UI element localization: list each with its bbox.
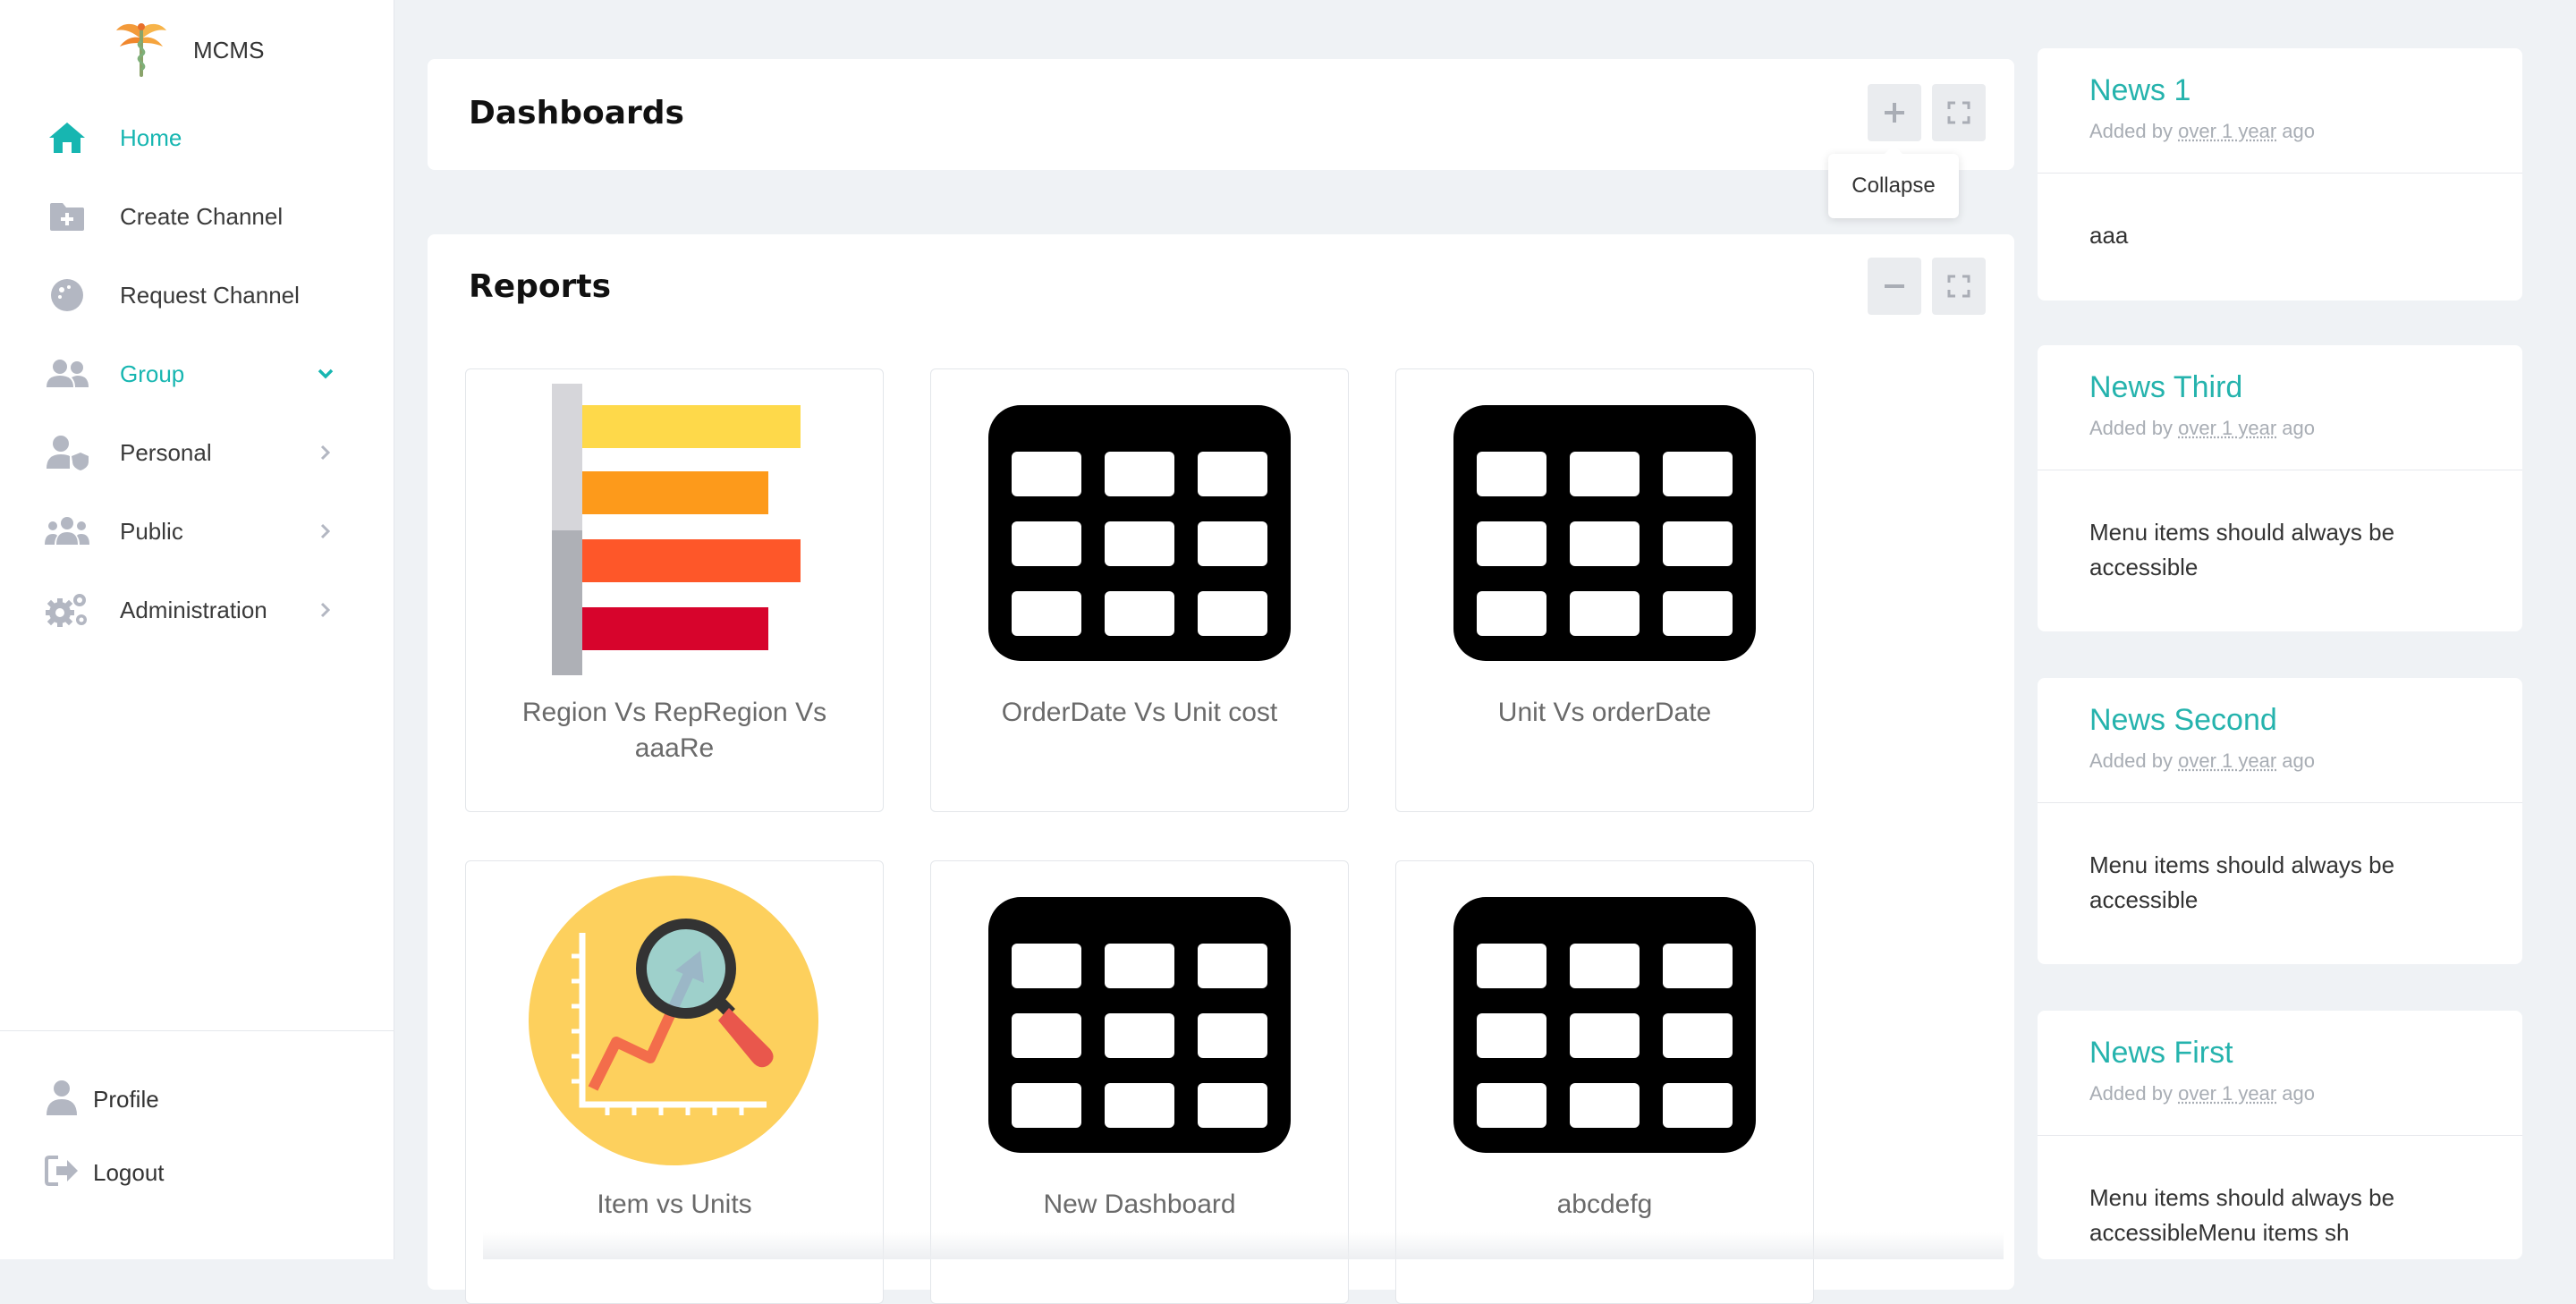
news-header: News 1 Added by over 1 year ago xyxy=(2038,48,2522,174)
news-title[interactable]: News First xyxy=(2089,1036,2233,1071)
gears-icon xyxy=(43,590,91,630)
sidebar-item-administration[interactable]: Administration xyxy=(0,571,394,649)
sidebar-item-group[interactable]: Group xyxy=(0,334,394,413)
sidebar-item-label: Create Channel xyxy=(120,202,284,230)
brand[interactable]: MCMS xyxy=(113,20,264,80)
news-header: News Second Added by over 1 year ago xyxy=(2038,678,2522,803)
users-group-icon xyxy=(43,512,91,551)
collapse-tooltip: Collapse xyxy=(1828,145,1959,218)
user-shield-icon xyxy=(43,433,91,472)
users-icon xyxy=(43,354,91,394)
news-header: News First Added by over 1 year ago xyxy=(2038,1011,2522,1136)
sidebar-nav: Home Create Channel Request Channel Grou… xyxy=(0,98,394,649)
report-card[interactable]: Unit Vs orderDate xyxy=(1395,368,1814,812)
news-body: Menu items should always be accessible xyxy=(2089,519,2395,580)
news-meta: Added by over 1 year ago xyxy=(2089,417,2315,440)
news-title[interactable]: News Third xyxy=(2089,370,2242,405)
sidebar-item-personal[interactable]: Personal xyxy=(0,413,394,492)
sidebar-item-label: Public xyxy=(120,517,183,545)
analytics-magnifier-image xyxy=(518,874,831,1169)
table-grid-image xyxy=(1448,874,1761,1169)
sidebar-item-home[interactable]: Home xyxy=(0,98,394,177)
meteor-ball-icon xyxy=(43,275,91,315)
news-card[interactable]: News Third Added by over 1 year ago Menu… xyxy=(2038,345,2522,631)
report-card-label: New Dashboard xyxy=(1043,1190,1236,1219)
report-card-label: Item vs Units xyxy=(597,1190,752,1219)
sidebar-item-request-channel[interactable]: Request Channel xyxy=(0,256,394,334)
chevron-right-icon xyxy=(313,597,338,622)
add-dashboard-button[interactable] xyxy=(1868,84,1921,141)
report-card-label: OrderDate Vs Unit cost xyxy=(1001,698,1278,727)
table-grid-image xyxy=(983,874,1296,1169)
news-body: Menu items should always be accessibleMe… xyxy=(2089,1184,2395,1246)
caduceus-logo-icon xyxy=(116,23,166,77)
news-meta-time: over 1 year xyxy=(2178,1082,2277,1105)
news-meta-suffix: ago xyxy=(2282,417,2315,439)
plus-icon xyxy=(1885,103,1904,123)
expand-icon xyxy=(1947,101,1970,124)
news-body: aaa xyxy=(2089,222,2129,249)
news-meta-prefix: Added by xyxy=(2089,120,2173,142)
sidebar-item-label: Group xyxy=(120,360,185,387)
news-card[interactable]: News First Added by over 1 year ago Menu… xyxy=(2038,1011,2522,1259)
news-card[interactable]: News Second Added by over 1 year ago Men… xyxy=(2038,678,2522,964)
news-title[interactable]: News Second xyxy=(2089,703,2277,738)
app-name: MCMS xyxy=(193,36,265,64)
sidebar-item-label: Personal xyxy=(120,438,212,466)
table-grid-image xyxy=(1448,382,1761,677)
bar-chart-image xyxy=(518,382,831,677)
news-meta: Added by over 1 year ago xyxy=(2089,1082,2315,1105)
sidebar-item-label: Home xyxy=(120,123,182,151)
reports-panel: Reports Region Vs RepRegion Vs aaaRe Ord… xyxy=(428,234,2014,1304)
chevron-right-icon xyxy=(313,519,338,544)
logout-icon xyxy=(41,1152,82,1190)
chevron-right-icon xyxy=(313,440,338,465)
chevron-down-icon xyxy=(313,361,338,386)
news-meta-time: over 1 year xyxy=(2178,417,2277,439)
reports-title: Reports xyxy=(469,268,612,305)
fullscreen-reports-button[interactable] xyxy=(1932,258,1986,315)
news-meta-suffix: ago xyxy=(2282,749,2315,772)
fullscreen-dashboards-button[interactable] xyxy=(1932,84,1986,141)
collapse-reports-button[interactable] xyxy=(1868,258,1921,315)
news-meta: Added by over 1 year ago xyxy=(2089,749,2315,773)
sidebar-item-profile[interactable]: Profile xyxy=(0,1066,394,1129)
news-meta-suffix: ago xyxy=(2282,120,2315,142)
news-meta-prefix: Added by xyxy=(2089,749,2173,772)
news-meta-time: over 1 year xyxy=(2178,749,2277,772)
sidebar-item-label: Administration xyxy=(120,596,267,623)
report-card-label: Unit Vs orderDate xyxy=(1497,698,1712,727)
table-grid-image xyxy=(983,382,1296,677)
sidebar-divider xyxy=(0,1030,394,1031)
sidebar-item-label: Logout xyxy=(93,1159,165,1186)
news-meta-suffix: ago xyxy=(2282,1082,2315,1105)
user-icon xyxy=(41,1079,82,1116)
minus-icon xyxy=(1885,284,1904,288)
sidebar-item-public[interactable]: Public xyxy=(0,492,394,571)
news-title[interactable]: News 1 xyxy=(2089,73,2190,108)
dashboards-title: Dashboards xyxy=(469,95,684,131)
dashboards-panel: Dashboards xyxy=(428,59,2014,170)
news-meta-prefix: Added by xyxy=(2089,417,2173,439)
sidebar: MCMS Home Create Channel Request Channel xyxy=(0,0,394,1259)
home-icon xyxy=(43,118,91,157)
report-card-label: Region Vs RepRegion Vs aaaRe xyxy=(521,698,827,763)
news-meta: Added by over 1 year ago xyxy=(2089,120,2315,143)
news-card[interactable]: News 1 Added by over 1 year ago aaa xyxy=(2038,48,2522,301)
expand-icon xyxy=(1947,275,1970,298)
folder-plus-icon xyxy=(43,197,91,236)
report-card[interactable]: Region Vs RepRegion Vs aaaRe xyxy=(465,368,884,812)
news-header: News Third Added by over 1 year ago xyxy=(2038,345,2522,470)
news-body: Menu items should always be accessible xyxy=(2089,851,2395,913)
report-card-label: abcdefg xyxy=(1556,1190,1653,1219)
sidebar-item-label: Profile xyxy=(93,1086,159,1113)
sidebar-item-logout[interactable]: Logout xyxy=(0,1139,394,1202)
news-meta-prefix: Added by xyxy=(2089,1082,2173,1105)
sidebar-item-label: Request Channel xyxy=(120,281,300,309)
news-meta-time: over 1 year xyxy=(2178,120,2277,142)
sidebar-item-create-channel[interactable]: Create Channel xyxy=(0,177,394,256)
report-card[interactable]: OrderDate Vs Unit cost xyxy=(930,368,1349,812)
bottom-shadow xyxy=(483,1232,2004,1259)
